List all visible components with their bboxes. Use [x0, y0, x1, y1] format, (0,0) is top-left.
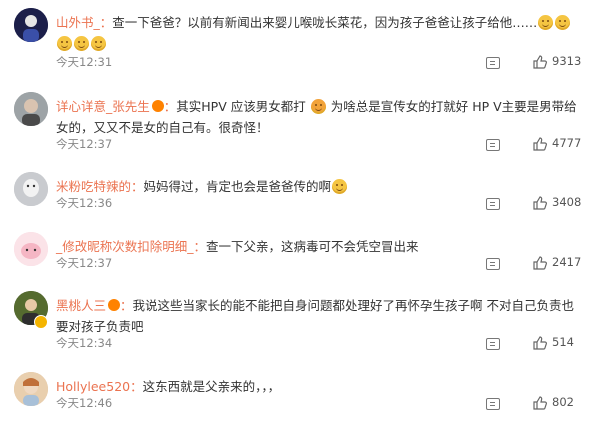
avatar[interactable] — [14, 8, 48, 42]
frown-emoji-icon — [310, 99, 326, 114]
comment-author[interactable]: 详心详意_张先生 — [56, 99, 150, 114]
like-icon[interactable] — [533, 55, 547, 69]
like-count: 514 — [552, 335, 574, 349]
comment-author[interactable]: _修改昵称次数扣除明细_ — [56, 239, 194, 254]
reply-icon[interactable] — [486, 398, 500, 410]
vip-badge-icon — [108, 299, 121, 311]
like-count: 2417 — [552, 255, 582, 269]
comment-author[interactable]: 山外书_ — [56, 15, 100, 30]
grin-emoji-icon — [538, 15, 554, 30]
like-icon[interactable] — [533, 137, 547, 151]
avatar[interactable] — [14, 92, 48, 126]
reply-icon[interactable] — [486, 57, 500, 69]
comment-text: 黑桃人三 ：我说这些当家长的能不能把自身问题都处理好了再怀孕生孩子啊 不对自己负责… — [56, 298, 575, 334]
comment-list: 山外书_：查一下爸爸？以前有新闻出来婴儿喉咙长菜花，因为孩子爸爸让孩子给他…… … — [0, 0, 600, 427]
avatar[interactable] — [14, 372, 48, 406]
comment-body: 其实HPV 应该男女都打 — [176, 99, 306, 114]
comment-time: 今天12:36 — [56, 196, 113, 210]
comment-text: Hollylee520：这东西就是父亲来的，，， — [56, 379, 281, 394]
comment-body: 我说这些当家长的能不能把自身问题都处理好了再怀孕生孩子啊 不对自己负责也要对孩子… — [56, 298, 575, 334]
comment-time: 今天12:46 — [56, 396, 113, 410]
grin-emoji-icon — [555, 15, 571, 30]
like-count: 3408 — [552, 195, 582, 209]
comment-body: 查一下爸爸？以前有新闻出来婴儿喉咙长菜花，因为孩子爸爸让孩子给他…… — [112, 15, 538, 30]
reply-icon[interactable] — [486, 338, 500, 350]
reply-icon[interactable] — [486, 198, 500, 210]
like-count: 802 — [552, 395, 574, 409]
like-icon[interactable] — [533, 196, 547, 210]
reply-icon[interactable] — [486, 139, 500, 151]
comment-author[interactable]: 米粉吃特辣的 — [56, 179, 131, 194]
comment-text: 米粉吃特辣的：妈妈得过，肯定也会是爸爸传的啊 — [56, 176, 586, 197]
avatar[interactable] — [14, 232, 48, 266]
reply-icon[interactable] — [486, 258, 500, 270]
comment-body: 这东西就是父亲来的，，， — [142, 379, 281, 394]
like-icon[interactable] — [533, 256, 547, 270]
comment-time: 今天12:37 — [56, 256, 113, 270]
vip-badge-icon — [151, 100, 164, 112]
comment-body: 查一下父亲，这病毒可不会凭空冒出来 — [206, 239, 419, 254]
grin-emoji-icon — [57, 36, 72, 51]
comment-author[interactable]: 黑桃人三 — [56, 298, 106, 313]
comment-text: _修改昵称次数扣除明细_：查一下父亲，这病毒可不会凭空冒出来 — [56, 239, 419, 254]
comment-time: 今天12:31 — [56, 55, 113, 69]
like-count: 9313 — [552, 54, 582, 68]
avatar[interactable] — [14, 172, 48, 206]
smile-emoji-icon — [332, 179, 348, 194]
comment-text: 详心详意_张先生 ：其实HPV 应该男女都打 为啥总是宣传女的打就好 HP V主要… — [56, 99, 577, 135]
like-count: 4777 — [552, 136, 582, 150]
comment-time: 今天12:34 — [56, 336, 113, 350]
comment-body: 妈妈得过，肯定也会是爸爸传的啊 — [143, 179, 332, 194]
grin-emoji-icon — [91, 36, 106, 51]
like-icon[interactable] — [533, 336, 547, 350]
comment-author[interactable]: Hollylee520 — [56, 379, 130, 394]
grin-emoji-icon — [74, 36, 89, 51]
comment-text: 山外书_：查一下爸爸？以前有新闻出来婴儿喉咙长菜花，因为孩子爸爸让孩子给他…… — [56, 12, 586, 54]
comment-time: 今天12:37 — [56, 137, 113, 151]
like-icon[interactable] — [533, 396, 547, 410]
verified-badge-icon — [34, 315, 48, 329]
